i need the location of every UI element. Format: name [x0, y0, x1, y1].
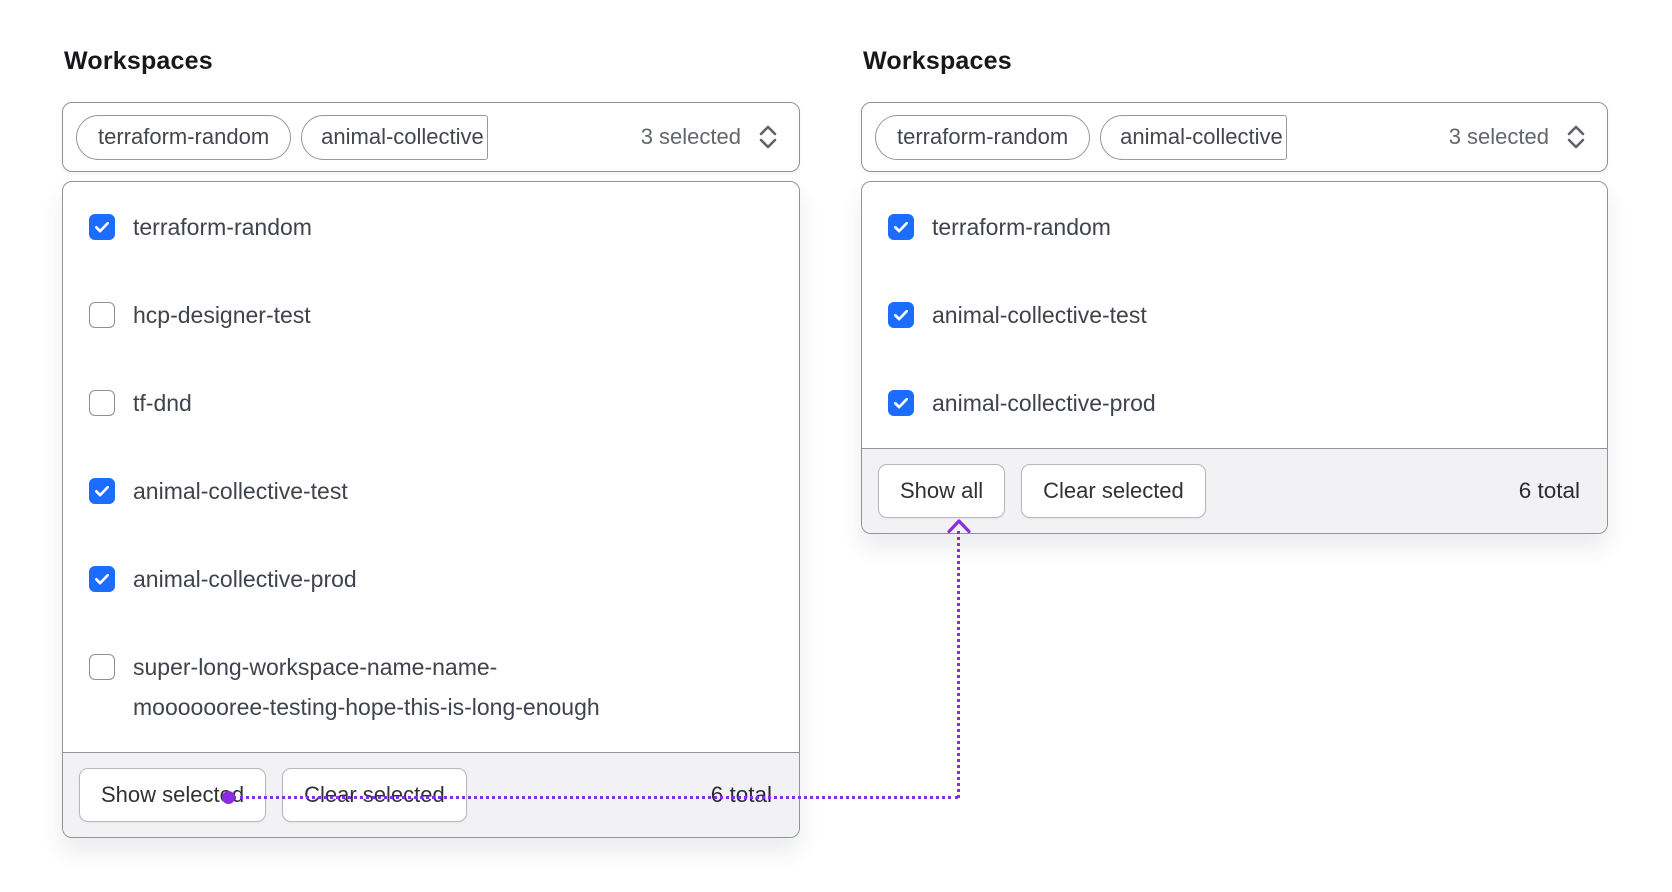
listbox-footer: Show all Clear selected 6 total: [862, 448, 1607, 533]
workspace-option[interactable]: hcp-designer-test: [89, 271, 773, 359]
listbox-footer: Show selected Clear selected 6 total: [63, 752, 799, 837]
workspace-option[interactable]: terraform-random: [888, 183, 1581, 271]
workspace-option-list: terraform-random animal-collective-test …: [862, 182, 1607, 448]
check-icon: [894, 397, 908, 409]
workspace-option-label: terraform-random: [932, 214, 1111, 240]
connector-vertical-line: [957, 531, 960, 798]
workspace-option-list: terraform-random hcp-designer-test tf-dn…: [63, 182, 799, 752]
clear-selected-button[interactable]: Clear selected: [282, 768, 467, 822]
check-icon: [95, 485, 109, 497]
workspace-option[interactable]: animal-collective-test: [89, 447, 773, 535]
tag-pill-truncated: animal-collective: [1100, 114, 1287, 160]
workspace-option-label: animal-collective-prod: [932, 390, 1156, 416]
multiselect-toggle[interactable]: terraform-random animal-collective 3 sel…: [861, 102, 1608, 172]
workspace-option-label: animal-collective-test: [932, 302, 1147, 328]
workspaces-multiselect-right: Workspaces terraform-random animal-colle…: [861, 46, 1608, 534]
checkbox[interactable]: [89, 302, 115, 328]
selected-count-label: 3 selected: [1448, 124, 1549, 149]
workspace-option-label: super-long-workspace-name-name- moooooor…: [133, 654, 600, 720]
checkbox[interactable]: [888, 390, 914, 416]
checkbox[interactable]: [89, 654, 115, 680]
workspace-option-label: animal-collective-prod: [133, 566, 357, 592]
checkbox[interactable]: [89, 566, 115, 592]
chevron-up-down-icon: [755, 122, 781, 152]
total-count-label: 6 total: [710, 782, 772, 807]
workspaces-multiselect-left: Workspaces terraform-random animal-colle…: [62, 46, 800, 838]
checkbox[interactable]: [888, 302, 914, 328]
clear-selected-button[interactable]: Clear selected: [1021, 464, 1206, 518]
selected-count-label: 3 selected: [640, 124, 741, 149]
toggle-summary: 3 selected: [641, 122, 781, 152]
workspace-option[interactable]: animal-collective-prod: [888, 359, 1581, 447]
workspace-option[interactable]: animal-collective-test: [888, 271, 1581, 359]
checkbox[interactable]: [89, 390, 115, 416]
check-icon: [95, 221, 109, 233]
workspace-option-label: tf-dnd: [133, 390, 192, 416]
tag-pill-truncated: animal-collective: [301, 114, 488, 160]
workspace-option-label: animal-collective-test: [133, 478, 348, 504]
workspace-option-label: terraform-random: [133, 214, 312, 240]
tag-pill: terraform-random: [875, 114, 1091, 160]
check-icon: [95, 573, 109, 585]
check-icon: [894, 221, 908, 233]
workspace-option[interactable]: animal-collective-prod: [89, 535, 773, 623]
show-all-button[interactable]: Show all: [878, 464, 1006, 518]
workspace-option[interactable]: super-long-workspace-name-name- moooooor…: [89, 623, 773, 751]
multiselect-toggle[interactable]: terraform-random animal-collective 3 sel…: [62, 102, 800, 172]
toggle-summary: 3 selected: [1449, 122, 1589, 152]
dropdown-listbox: terraform-random animal-collective-test …: [861, 181, 1608, 534]
check-icon: [894, 309, 908, 321]
tag-pill: terraform-random: [76, 114, 292, 160]
checkbox[interactable]: [888, 214, 914, 240]
dropdown-listbox: terraform-random hcp-designer-test tf-dn…: [62, 181, 800, 838]
checkbox[interactable]: [89, 478, 115, 504]
show-selected-button[interactable]: Show selected: [79, 768, 267, 822]
workspace-option[interactable]: tf-dnd: [89, 359, 773, 447]
chevron-up-down-icon: [1563, 122, 1589, 152]
total-count-label: 6 total: [1518, 478, 1580, 503]
workspace-option-label: hcp-designer-test: [133, 302, 311, 328]
workspace-option[interactable]: terraform-random: [89, 183, 773, 271]
checkbox[interactable]: [89, 214, 115, 240]
page-title: Workspaces: [64, 47, 213, 75]
page-title: Workspaces: [863, 47, 1012, 75]
